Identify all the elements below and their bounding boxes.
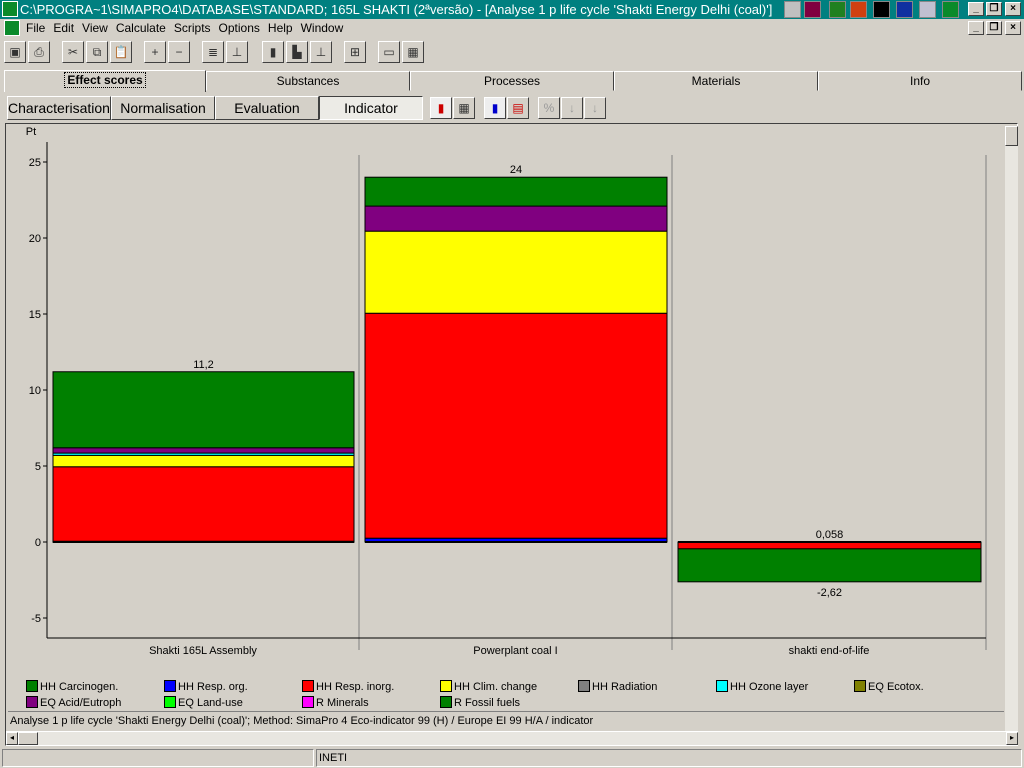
- scroll-thumb[interactable]: [1005, 126, 1018, 146]
- legend-item: EQ Acid/Eutroph: [26, 696, 121, 709]
- legend-label: R Minerals: [316, 697, 369, 709]
- legend-label: EQ Acid/Eutroph: [40, 697, 122, 709]
- category-label: Powerplant coal I: [473, 645, 557, 657]
- status-panel-2: INETI: [316, 749, 1022, 767]
- y-tick-label: 20: [29, 233, 41, 245]
- y-tick-label: 25: [29, 157, 41, 169]
- legend-item: HH Ozone layer: [716, 680, 808, 693]
- legend-item: HH Radiation: [578, 680, 657, 693]
- category-label: Shakti 165L Assembly: [149, 645, 257, 657]
- legend-swatch: [302, 680, 314, 692]
- category-label: shakti end-of-life: [789, 645, 870, 657]
- scroll-left-button[interactable]: ◂: [6, 732, 18, 745]
- y-tick-label: 5: [35, 461, 41, 473]
- bar-segment-eq-acid-eutroph: [52, 447, 355, 454]
- legend-label: EQ Land-use: [178, 697, 243, 709]
- y-tick-label: 0: [35, 537, 41, 549]
- legend-label: HH Resp. inorg.: [316, 681, 395, 693]
- legend-swatch: [440, 696, 452, 708]
- legend-label: HH Carcinogen.: [40, 681, 119, 693]
- legend-swatch: [26, 696, 38, 708]
- divider: [8, 711, 1004, 712]
- legend-swatch: [440, 680, 452, 692]
- bar-segment-hh-clim-change: [52, 454, 355, 468]
- scroll-right-button[interactable]: ▸: [1006, 732, 1018, 745]
- legend-item: HH Resp. inorg.: [302, 680, 394, 693]
- legend-item: HH Resp. org.: [164, 680, 248, 693]
- status-panel-1: [2, 749, 314, 767]
- y-tick-label: 10: [29, 385, 41, 397]
- legend-label: HH Radiation: [592, 681, 658, 693]
- legend-label: HH Clim. change: [454, 681, 538, 693]
- legend-item: HH Carcinogen.: [26, 680, 118, 693]
- legend-label: EQ Ecotox.: [868, 681, 924, 693]
- bar-segment-r-fossil-fuels: [364, 176, 668, 207]
- chart: Pt -5 0 5 10 15 20 25 11,2 Shakti 165L Assembly 24…: [26, 126, 987, 657]
- negative-total-label: -2,62: [817, 587, 842, 599]
- legend-item: EQ Land-use: [164, 696, 243, 709]
- legend-label: HH Ozone layer: [730, 681, 809, 693]
- legend-swatch: [302, 696, 314, 708]
- y-axis-label: Pt: [26, 126, 36, 138]
- bar-segment-eq-acid-eutroph: [364, 205, 668, 232]
- legend-swatch: [26, 680, 38, 692]
- vertical-scrollbar[interactable]: [1005, 126, 1018, 732]
- bar-segment-hh-clim-change: [364, 230, 668, 314]
- legend-swatch: [164, 696, 176, 708]
- legend-swatch: [716, 680, 728, 692]
- legend-item: HH Clim. change: [440, 680, 537, 693]
- bar-segment-r-fossil-fuels: [677, 548, 982, 583]
- legend-label: HH Resp. org.: [178, 681, 248, 693]
- horizontal-scrollbar[interactable]: ◂ ▸: [6, 731, 1018, 745]
- total-label: 0,058: [816, 529, 844, 541]
- legend-label: R Fossil fuels: [454, 697, 521, 709]
- bar-segment-hh-resp-inorg-: [677, 541, 982, 550]
- total-label: 24: [510, 164, 522, 176]
- legend-item: EQ Ecotox.: [854, 680, 924, 693]
- legend-swatch: [578, 680, 590, 692]
- legend-item: R Fossil fuels: [440, 696, 520, 709]
- legend-swatch: [164, 680, 176, 692]
- h-scroll-thumb[interactable]: [18, 732, 38, 745]
- bar-segment-r-fossil-fuels: [52, 371, 355, 449]
- legend-swatch: [854, 680, 866, 692]
- bar-segment-hh-resp-inorg-: [52, 466, 355, 542]
- y-tick-label: 15: [29, 309, 41, 321]
- legend-item: R Minerals: [302, 696, 369, 709]
- y-tick-label: -5: [31, 613, 41, 625]
- bar-segment-hh-resp-inorg-: [364, 312, 668, 539]
- analysis-description: Analyse 1 p life cycle 'Shakti Energy De…: [10, 715, 594, 727]
- total-label: 11,2: [193, 359, 214, 371]
